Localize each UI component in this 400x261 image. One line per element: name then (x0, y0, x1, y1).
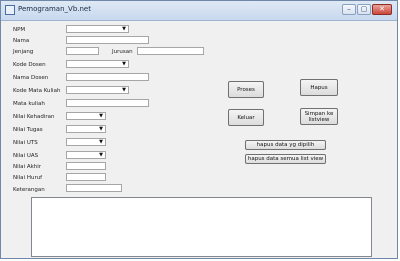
nilai-kehadiran-combobox[interactable]: ▼ (66, 112, 106, 120)
chevron-down-icon: ▼ (122, 87, 126, 93)
nama-dosen-label: Nama Dosen (13, 75, 49, 81)
nilai-uts-combobox[interactable]: ▼ (66, 138, 106, 146)
jenjang-field[interactable] (66, 47, 99, 55)
kode-mata-kuliah-combobox[interactable]: ▼ (66, 86, 129, 94)
kode-mata-kuliah-label: Kode Mata Kuliah (13, 88, 61, 94)
kode-dosen-label: Kode Dosen (13, 62, 46, 68)
nilai-huruf-field[interactable] (66, 173, 106, 181)
chevron-down-icon: ▼ (122, 61, 126, 67)
chevron-down-icon: ▼ (99, 113, 103, 119)
nilai-akhir-label: Nilai Akhir (13, 164, 42, 170)
nilai-tugas-label: Nilai Tugas (13, 127, 43, 133)
mata-kuliah-label: Mata kuliah (13, 101, 45, 107)
hapus-button[interactable]: Hapus (300, 79, 338, 96)
hapus-data-semua-button[interactable]: hapus data semua list view (245, 154, 326, 164)
nama-dosen-field[interactable] (66, 73, 149, 81)
title-bar[interactable]: Pemograman_Vb.net – ▢ ✕ (1, 1, 397, 21)
chevron-down-icon: ▼ (122, 26, 126, 32)
nilai-huruf-label: Nilai Huruf (13, 175, 43, 181)
app-window: Pemograman_Vb.net – ▢ ✕ NPM Nama Jenjang… (0, 0, 398, 259)
nilai-uas-label: Nilai UAS (13, 153, 39, 159)
hapus-data-dipilih-button[interactable]: hapus data yg dipilih (245, 140, 326, 150)
chevron-down-icon: ▼ (99, 139, 103, 145)
jenjang-label: Jenjang (13, 49, 34, 55)
maximize-button[interactable]: ▢ (357, 4, 371, 15)
minimize-button[interactable]: – (342, 4, 356, 15)
chevron-down-icon: ▼ (99, 126, 103, 132)
nilai-akhir-field[interactable] (66, 162, 106, 170)
nama-label: Nama (13, 38, 30, 44)
nilai-uas-combobox[interactable]: ▼ (66, 151, 106, 159)
nilai-kehadiran-label: Nilai Kehadiran (13, 114, 55, 120)
keterangan-field[interactable] (66, 184, 122, 192)
close-button[interactable]: ✕ (372, 4, 392, 15)
window-title: Pemograman_Vb.net (18, 5, 91, 13)
data-listview[interactable] (31, 197, 372, 257)
keterangan-label: Keterangan (13, 187, 45, 193)
simpan-ke-listview-button[interactable]: Simpan ke listview (300, 108, 338, 125)
nilai-uts-label: Nilai UTS (13, 140, 38, 146)
window-app-icon (5, 5, 15, 15)
keluar-button[interactable]: Keluar (228, 109, 264, 126)
proses-button[interactable]: Proses (228, 81, 264, 98)
chevron-down-icon: ▼ (99, 152, 103, 158)
npm-combobox[interactable]: ▼ (66, 25, 129, 33)
nama-field[interactable] (66, 36, 149, 44)
nilai-tugas-combobox[interactable]: ▼ (66, 125, 106, 133)
jurusan-field[interactable] (137, 47, 204, 55)
jurusan-label: Jurusan (112, 49, 133, 55)
kode-dosen-combobox[interactable]: ▼ (66, 60, 129, 68)
npm-label: NPM (13, 27, 26, 33)
mata-kuliah-field[interactable] (66, 99, 149, 107)
